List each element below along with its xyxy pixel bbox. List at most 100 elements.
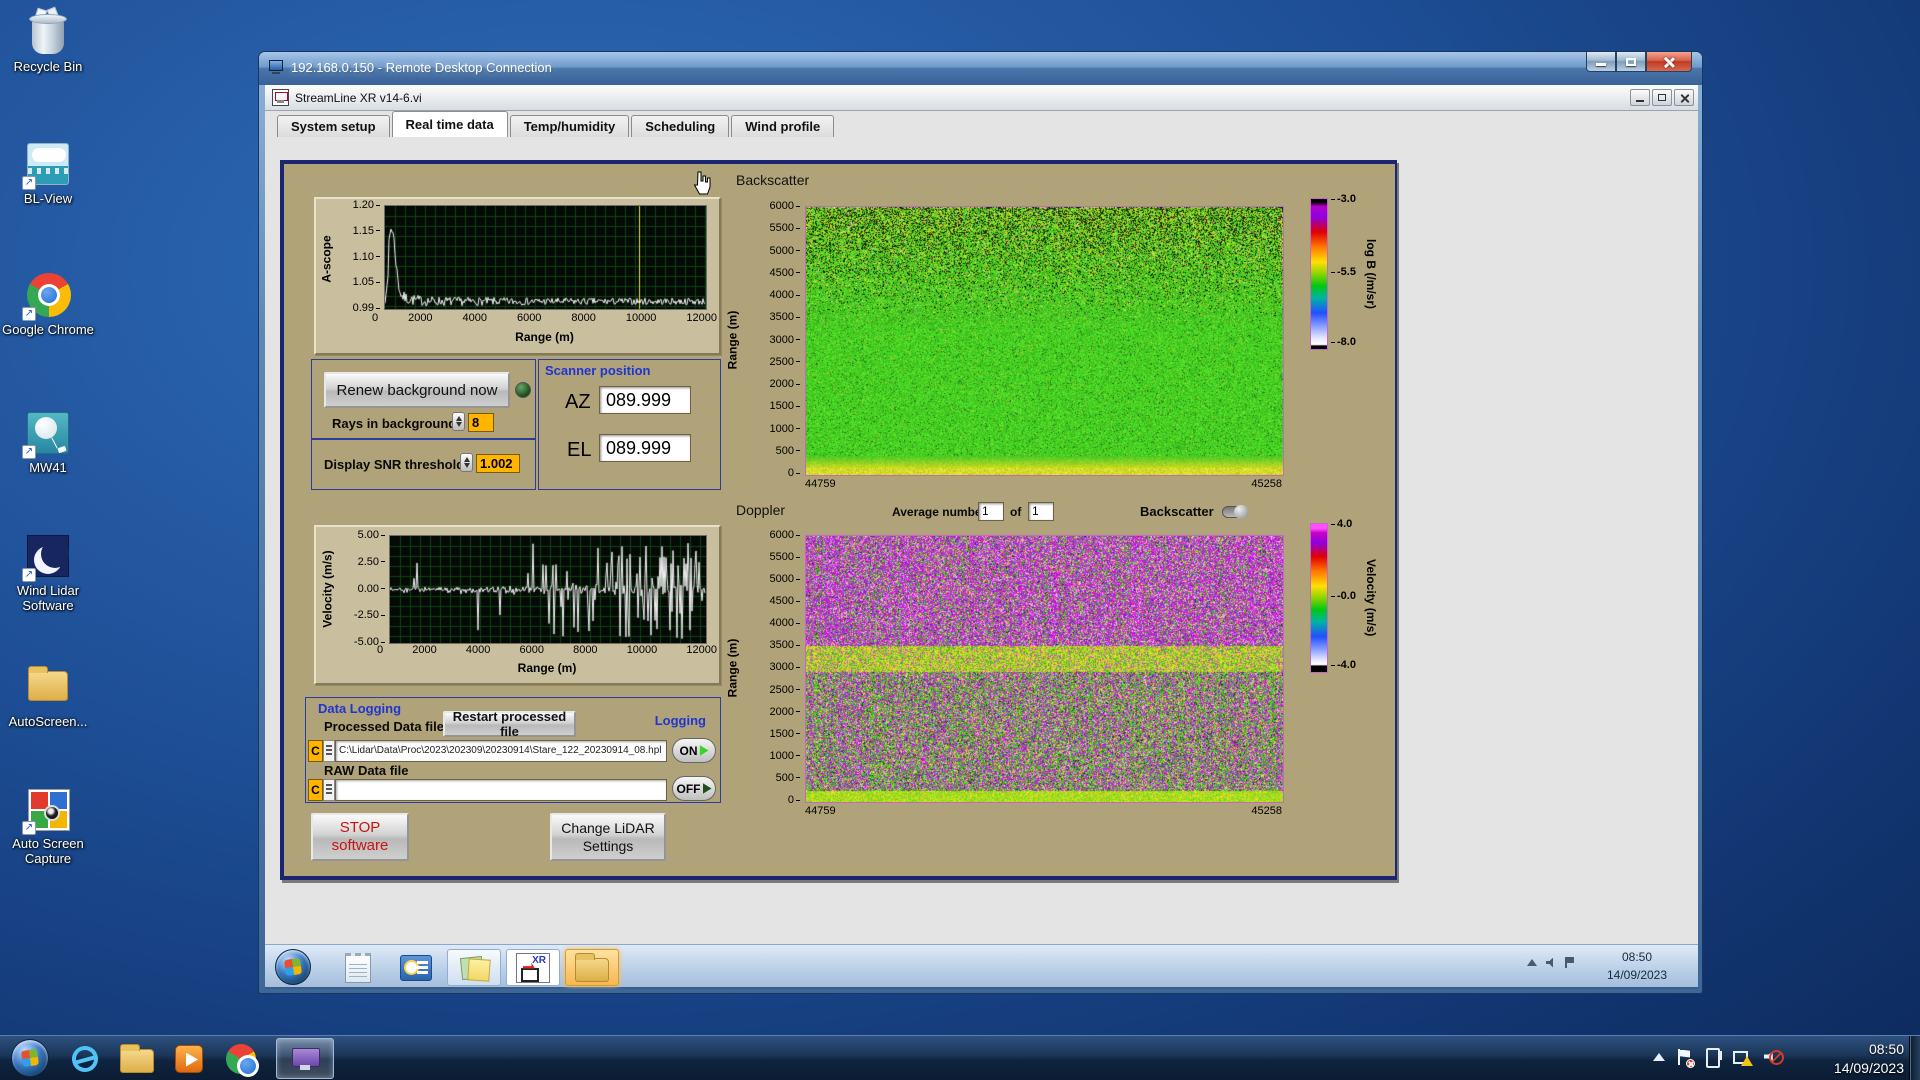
alert-badge-icon <box>1686 1058 1695 1068</box>
doppler-colorbar <box>1310 523 1328 673</box>
desktop-icon-label: Auto Screen Capture <box>12 836 84 866</box>
clock[interactable]: 08:50 14/09/2023 <box>1789 1040 1904 1078</box>
minimize-button[interactable] <box>1586 52 1616 72</box>
close-icon <box>1680 93 1689 102</box>
control-panel-icon <box>400 954 432 981</box>
tab-scheduling[interactable]: Scheduling <box>631 115 730 137</box>
ascope-plot <box>384 205 707 310</box>
desktop-icon-google-chrome[interactable]: Google Chrome <box>2 271 94 337</box>
tick-label: 4000 <box>770 290 800 301</box>
app-maximize-button[interactable] <box>1652 89 1672 106</box>
velocity-x-axis: 0 2000 4000 6000 8000 10000 12000 <box>377 644 717 656</box>
start-button[interactable] <box>11 1039 49 1077</box>
processed-path-field[interactable]: C:\Lidar\Data\Proc\2023\202309\20230914\… <box>335 740 667 762</box>
desktop-icon-autoscreen-folder[interactable]: AutoScreen... <box>2 663 94 729</box>
colorbar-tick: -8.0 <box>1331 336 1356 348</box>
show-hidden-icons-icon[interactable] <box>1527 959 1537 966</box>
shortcut-arrow-icon <box>22 176 36 190</box>
average-number-label: Average number <box>892 505 987 519</box>
tick-label: 5500 <box>770 552 800 563</box>
drive-letter-box[interactable]: C <box>308 779 323 801</box>
taskbar-notepad-icon[interactable] <box>331 949 385 986</box>
raw-data-file-label: RAW Data file <box>324 763 409 778</box>
show-desktop-button[interactable] <box>1909 1036 1920 1080</box>
tick-label: 10000 <box>625 312 657 324</box>
az-value-field[interactable]: 089.999 <box>599 386 691 414</box>
restart-processed-file-button[interactable]: Restart processed file <box>443 709 576 739</box>
taskbar-file-explorer-icon[interactable] <box>114 1038 160 1079</box>
data-logging-box: Data Logging Processed Data file Restart… <box>305 697 721 803</box>
rdp-titlebar[interactable]: 192.168.0.150 - Remote Desktop Connectio… <box>259 52 1702 85</box>
backscatter-toggle[interactable] <box>1222 505 1248 519</box>
raw-logging-off-toggle[interactable]: OFF <box>672 776 716 801</box>
doppler-title: Doppler <box>736 502 786 518</box>
labview-front-panel: 1.20 1.15 1.10 1.05 0.99 A-scope 0 2000 4000 60… <box>280 160 1397 880</box>
network-warning-icon[interactable] <box>1733 1049 1753 1066</box>
desktop-icon-auto-screen-capture[interactable]: Auto Screen Capture <box>2 785 94 866</box>
volume-icon[interactable] <box>1546 957 1553 968</box>
browse-icon[interactable] <box>323 779 335 801</box>
maximize-button[interactable] <box>1616 52 1646 72</box>
rays-value[interactable]: 8 <box>468 413 494 432</box>
tick-label: 3500 <box>770 312 800 323</box>
taskbar-explorer-button[interactable] <box>565 949 619 986</box>
processed-logging-on-toggle[interactable]: ON <box>672 738 716 763</box>
snr-value[interactable]: 1.002 <box>476 454 520 473</box>
raw-path-field[interactable] <box>335 779 667 801</box>
taskbar-chrome-icon[interactable] <box>218 1038 264 1079</box>
recycle-bin-icon <box>24 6 72 56</box>
tick-label: 1.10 <box>353 251 380 263</box>
taskbar-rdp-active-button[interactable] <box>276 1038 334 1079</box>
action-center-icon[interactable] <box>1678 1048 1695 1068</box>
backscatter-colorbar-title: log B (/m/sr) <box>1364 238 1378 309</box>
taskbar-internet-explorer-icon[interactable] <box>62 1038 108 1079</box>
tick-label: 2500 <box>770 684 800 696</box>
tick-label: 12000 <box>686 312 717 324</box>
backscatter-title: Backscatter <box>736 172 810 188</box>
remote-start-button[interactable] <box>275 949 311 985</box>
power-icon[interactable] <box>1704 1048 1722 1068</box>
app-titlebar[interactable]: StreamLine XR v14-6.vi <box>265 85 1698 111</box>
show-hidden-icons-icon[interactable] <box>1653 1052 1665 1061</box>
change-lidar-settings-button[interactable]: Change LiDAR Settings <box>550 813 666 861</box>
tab-system-setup[interactable]: System setup <box>277 115 390 137</box>
drive-letter-box[interactable]: C <box>308 740 323 762</box>
tab-real-time-data[interactable]: Real time data <box>391 111 508 137</box>
desktop-icon-mw41[interactable]: MW41 <box>2 409 94 475</box>
logging-label: Logging <box>654 713 706 728</box>
average-total-field[interactable]: 1 <box>1028 502 1054 521</box>
desktop-icon-recycle-bin[interactable]: Recycle Bin <box>2 6 94 74</box>
taskbar-streamline-xr-button[interactable]: XR <box>506 949 560 986</box>
renew-background-button[interactable]: Renew background now <box>324 372 510 408</box>
bl-view-icon <box>22 140 72 190</box>
velocity-x-label: Range (m) <box>517 661 577 675</box>
taskbar-media-player-icon[interactable] <box>166 1038 212 1079</box>
close-button[interactable] <box>1646 52 1692 72</box>
tab-temp-humidity[interactable]: Temp/humidity <box>509 115 630 137</box>
average-number-field[interactable]: 1 <box>978 502 1004 521</box>
volume-muted-icon[interactable] <box>1764 1049 1784 1065</box>
tab-wind-profile[interactable]: Wind profile <box>731 115 835 137</box>
taskbar-control-panel-icon[interactable] <box>389 949 443 986</box>
browse-icon[interactable] <box>323 740 335 762</box>
desktop-icon-wind-lidar[interactable]: Wind Lidar Software <box>2 532 94 613</box>
tick-label: 4000 <box>770 618 800 629</box>
tick-label: 4500 <box>770 267 800 279</box>
rays-spinner[interactable] <box>452 412 465 431</box>
el-value-field[interactable]: 089.999 <box>599 434 691 462</box>
taskbar-sticky-notes-button[interactable] <box>447 949 501 986</box>
backscatter-x-min: 44759 <box>805 478 836 490</box>
xr-icon-text: XR <box>532 954 546 966</box>
desktop-icon-bl-view[interactable]: BL-View <box>2 140 94 206</box>
stop-software-button[interactable]: STOP software <box>311 813 409 861</box>
shortcut-arrow-icon <box>22 821 36 835</box>
rdp-session: StreamLine XR v14-6.vi System setup Real … <box>265 85 1698 989</box>
velocity-plot-group: 5.00 2.50 0.00 -2.50 -5.00 Velocity (m/s) 02… <box>314 525 721 685</box>
remote-clock[interactable]: 08:50 14/09/2023 <box>1582 948 1692 984</box>
app-minimize-button[interactable] <box>1630 89 1650 106</box>
snr-spinner[interactable] <box>460 453 473 472</box>
app-close-button[interactable] <box>1674 89 1694 106</box>
action-center-icon[interactable] <box>1565 957 1574 968</box>
ascope-x-label: Range (m) <box>515 330 574 344</box>
rdp-window-title: 192.168.0.150 - Remote Desktop Connectio… <box>291 60 552 75</box>
